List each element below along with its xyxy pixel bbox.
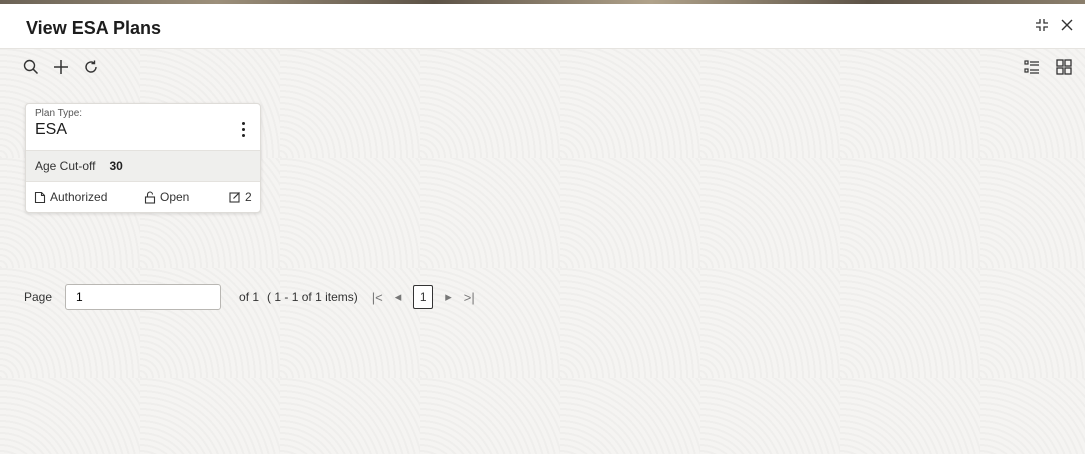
- edit-count-value: 2: [245, 190, 252, 204]
- edit-icon: [229, 192, 240, 203]
- page-of-label: of 1: [239, 290, 260, 304]
- previous-page-icon[interactable]: ◂: [395, 289, 402, 305]
- plan-card[interactable]: Plan Type: ESA Age Cut-off 30 Authorized…: [25, 103, 261, 213]
- pagination: Page of 1 ( 1 - 1 of 1 items) |< ◂ 1 ▸ >…: [24, 284, 475, 310]
- last-page-icon[interactable]: >|: [464, 290, 475, 305]
- age-cutoff-label: Age Cut-off: [35, 159, 96, 173]
- more-options-icon[interactable]: [240, 122, 246, 137]
- grid-view-icon[interactable]: [1055, 58, 1073, 76]
- page-title: View ESA Plans: [26, 18, 162, 38]
- open-status: Open: [144, 190, 189, 204]
- view-toggle: [1023, 58, 1073, 76]
- age-cutoff-value: 30: [109, 159, 123, 173]
- plan-type-label: Plan Type:: [35, 108, 83, 119]
- plan-type-value: ESA: [35, 121, 68, 138]
- unlock-icon: [144, 190, 156, 204]
- minimize-icon[interactable]: [1035, 18, 1049, 36]
- current-page-button[interactable]: 1: [413, 285, 434, 309]
- search-icon[interactable]: [22, 58, 40, 76]
- document-icon: [34, 191, 46, 203]
- edit-count[interactable]: 2: [229, 190, 252, 204]
- authorized-status: Authorized: [34, 190, 107, 204]
- page-input[interactable]: [65, 284, 222, 310]
- toolbar: [22, 58, 100, 76]
- authorized-label: Authorized: [50, 190, 108, 204]
- next-page-icon[interactable]: ▸: [445, 289, 452, 305]
- page-header: View ESA Plans: [0, 4, 1085, 49]
- card-details: Age Cut-off 30: [26, 150, 260, 182]
- page-label: Page: [24, 290, 53, 304]
- card-footer: Authorized Open 2: [26, 182, 260, 212]
- card-header: Plan Type: ESA: [26, 104, 260, 150]
- refresh-icon[interactable]: [82, 58, 100, 76]
- close-icon[interactable]: [1061, 19, 1073, 35]
- first-page-icon[interactable]: |<: [372, 290, 383, 305]
- header-icons: [1035, 18, 1073, 36]
- list-view-icon[interactable]: [1023, 58, 1041, 76]
- open-label: Open: [160, 190, 190, 204]
- add-icon[interactable]: [52, 58, 70, 76]
- items-count: ( 1 - 1 of 1 items): [267, 290, 358, 304]
